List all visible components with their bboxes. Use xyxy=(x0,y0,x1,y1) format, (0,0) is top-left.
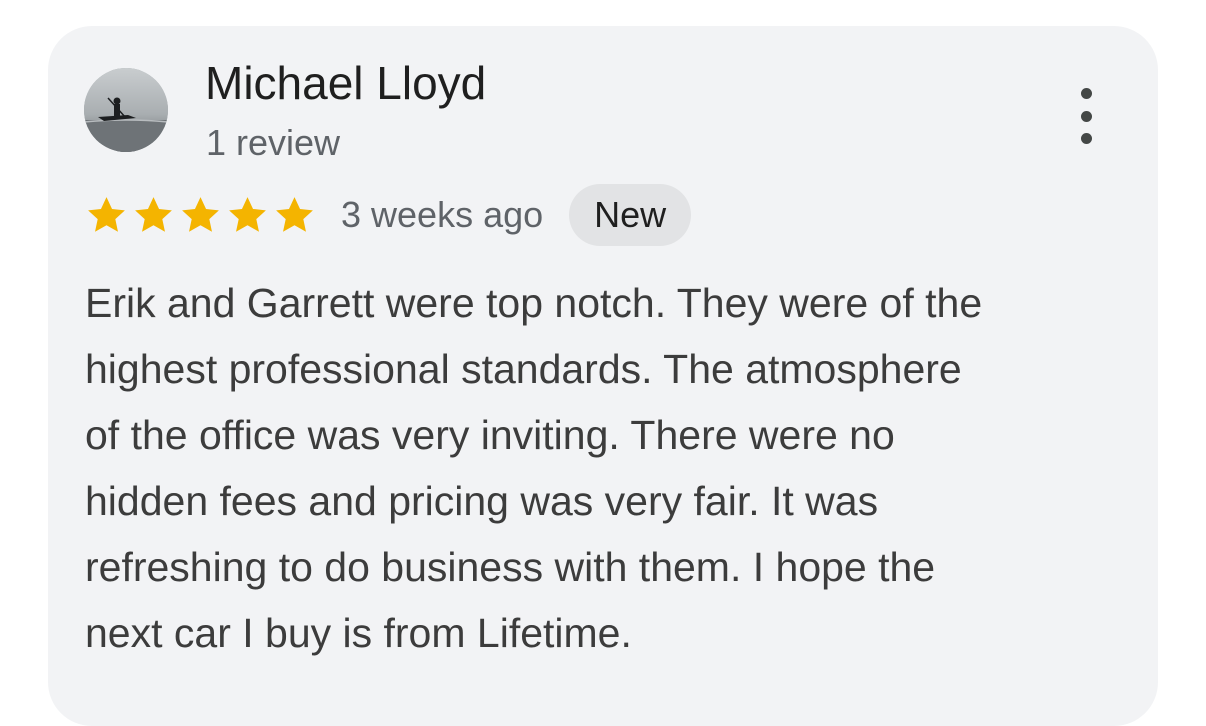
review-text-line: next car I buy is from Lifetime. xyxy=(85,610,632,656)
review-meta: 3 weeks ago New xyxy=(84,184,692,246)
reviewer-avatar[interactable] xyxy=(84,68,168,152)
review-text-line: refreshing to do business with them. I h… xyxy=(85,544,936,590)
review-text-line: of the office was very inviting. There w… xyxy=(85,412,895,458)
star-icon xyxy=(135,196,172,232)
more-vert-icon xyxy=(1080,88,1092,99)
review-text: Erik and Garrett were top notch. They we… xyxy=(85,270,1145,666)
star-icon xyxy=(276,196,313,232)
review-text-line: hidden fees and pricing was very fair. I… xyxy=(85,478,879,524)
star-icon xyxy=(182,196,219,232)
star-icon xyxy=(88,196,125,232)
review-text-line: highest professional standards. The atmo… xyxy=(85,346,962,392)
new-badge: New xyxy=(569,184,692,246)
star-icon xyxy=(229,196,266,232)
more-vert-icon-dot xyxy=(1080,133,1092,144)
more-options-button[interactable] xyxy=(1064,88,1108,144)
review-text-line: Erik and Garrett were top notch. They we… xyxy=(85,280,983,326)
kayak-photo-avatar-icon xyxy=(84,68,168,152)
more-vert-icon-dot xyxy=(1080,110,1092,122)
star-rating xyxy=(84,193,317,238)
review-date: 3 weeks ago xyxy=(341,194,544,235)
reviewer-review-count: 1 review xyxy=(206,122,341,163)
reviewer-name[interactable]: Michael Lloyd xyxy=(205,56,486,110)
